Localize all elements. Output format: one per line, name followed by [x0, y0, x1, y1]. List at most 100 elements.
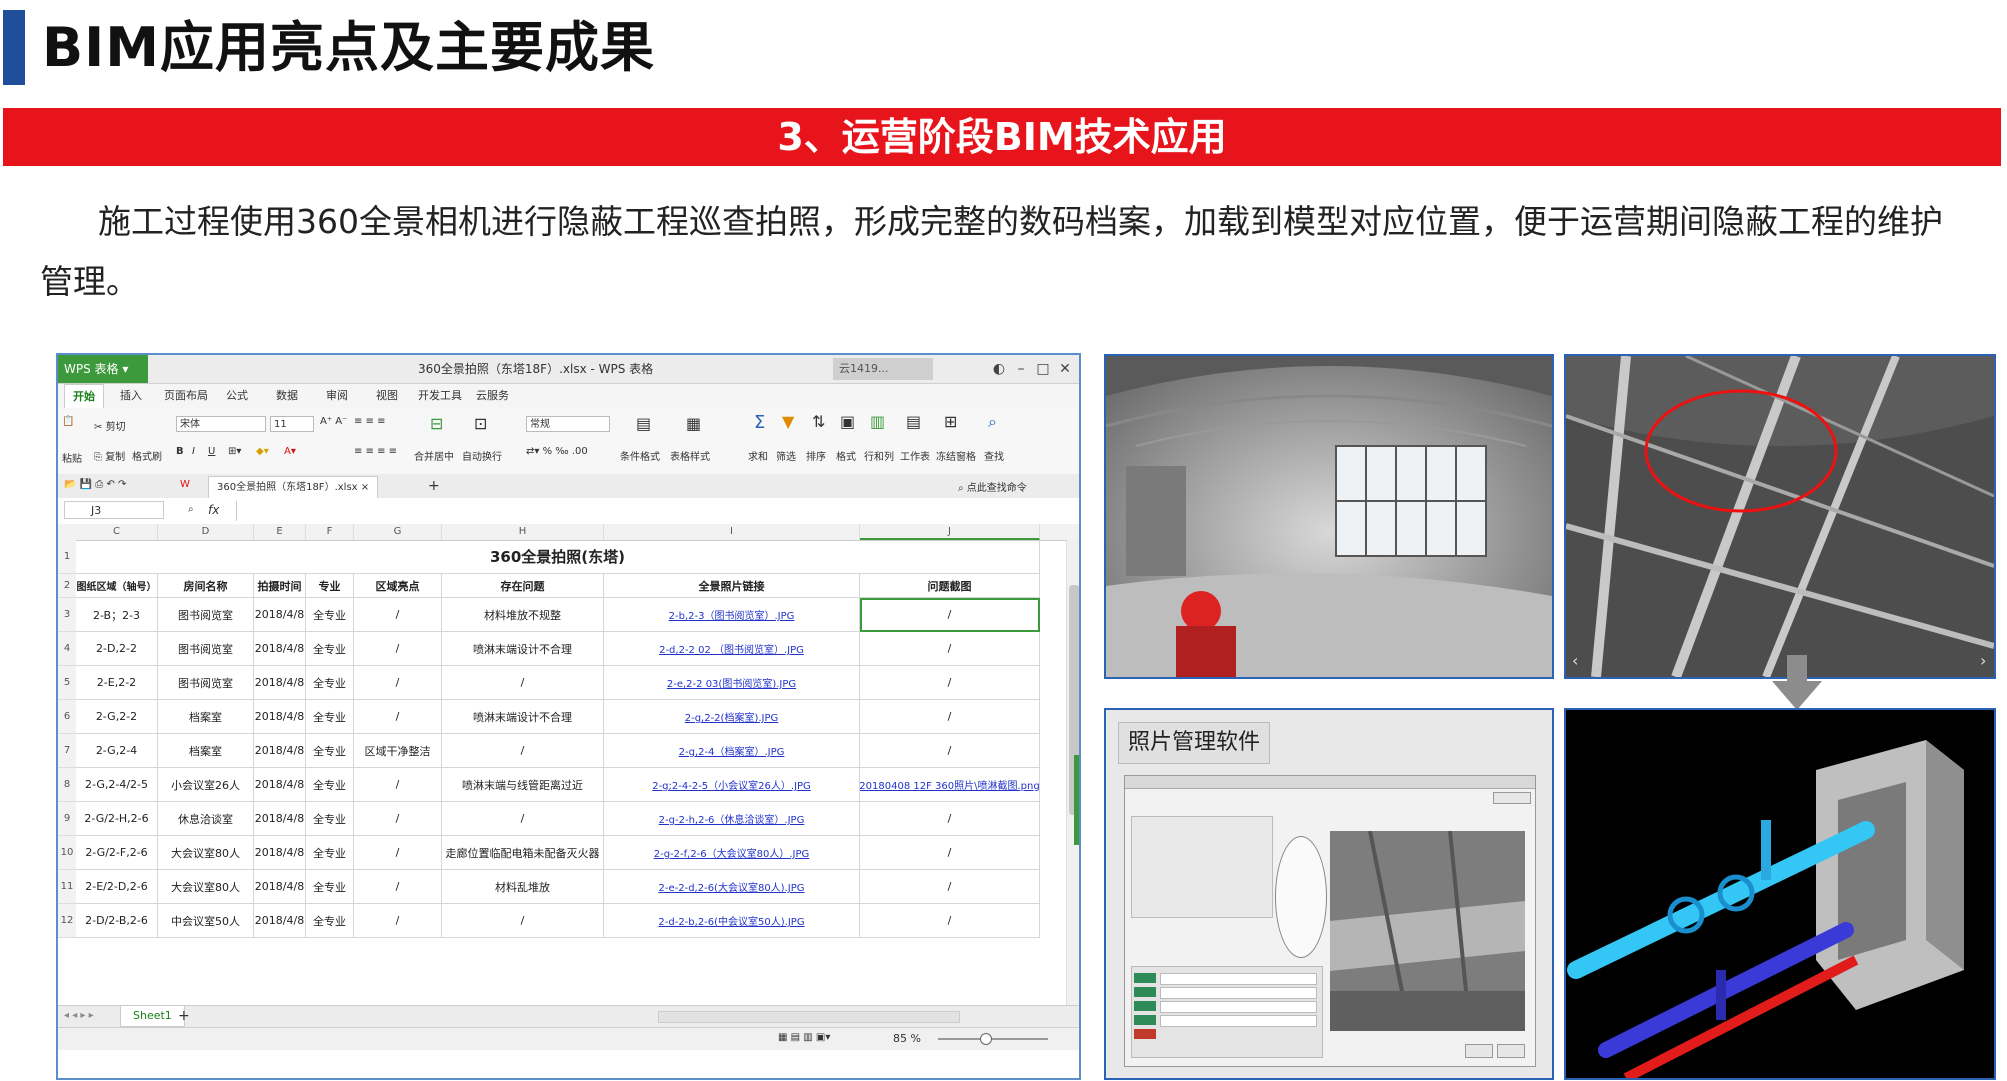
grow-font-icon[interactable]: A⁺ A⁻ — [320, 416, 347, 427]
worksheet-button[interactable]: 工作表 — [900, 448, 930, 463]
cell-time[interactable]: 2018/4/8 — [254, 904, 306, 938]
cell-area[interactable]: 2-G,2-4/2-5 — [76, 768, 158, 802]
software-close-button[interactable] — [1493, 792, 1531, 804]
skin-icon[interactable]: ◐ — [988, 357, 1010, 381]
fill-color-icon[interactable]: ◆▾ — [256, 446, 269, 457]
row-header[interactable]: 5 — [58, 666, 76, 700]
cell-issue[interactable]: 喷淋末端设计不合理 — [442, 700, 604, 734]
cell-area[interactable]: 2-G,2-4 — [76, 734, 158, 768]
header-cell-issue[interactable]: 存在问题 — [442, 574, 604, 598]
cell-area[interactable]: 2-E,2-2 — [76, 666, 158, 700]
cell-issue[interactable]: / — [442, 666, 604, 700]
table-style-icon[interactable]: ▦ — [686, 414, 701, 433]
col-header-d[interactable]: D — [158, 524, 254, 540]
cell-screenshot[interactable]: / — [860, 598, 1040, 632]
copy-button[interactable]: ⎘ 复制 — [94, 448, 125, 463]
row-header[interactable]: 11 — [58, 870, 76, 904]
find-button[interactable]: 查找 — [984, 448, 1004, 463]
row-col-icon[interactable]: ▥ — [870, 412, 885, 431]
sum-button[interactable]: 求和 — [748, 448, 768, 463]
cell-issue[interactable]: 喷淋末端与线管距离过近 — [442, 768, 604, 802]
cell-room[interactable]: 档案室 — [158, 700, 254, 734]
maximize-icon[interactable]: □ — [1032, 357, 1054, 381]
cell-discipline[interactable]: 全专业 — [306, 700, 354, 734]
freeze-icon[interactable]: ⊞ — [944, 412, 957, 431]
fx-icon[interactable]: fx — [208, 503, 219, 517]
direction-dial[interactable] — [1275, 836, 1327, 958]
cell-area[interactable]: 2-G,2-2 — [76, 700, 158, 734]
find-icon[interactable]: ⌕ — [988, 412, 997, 432]
cell-photo-link[interactable]: 2-d-2-b,2-6(中会议室50人).JPG — [604, 904, 860, 938]
cell-photo-link[interactable]: 2-g-2-h,2-6（休息洽谈室）.JPG — [604, 802, 860, 836]
tab-start[interactable]: 开始 — [64, 384, 104, 409]
row-header[interactable]: 10 — [58, 836, 76, 870]
cell-discipline[interactable]: 全专业 — [306, 734, 354, 768]
col-header-h[interactable]: H — [442, 524, 604, 540]
freeze-panes-button[interactable]: 冻结窗格 — [936, 448, 976, 463]
cell-area[interactable]: 2-B；2-3 — [76, 598, 158, 632]
cell-issue[interactable]: / — [442, 734, 604, 768]
document-tab[interactable]: 360全景拍照（东塔18F）.xlsx × — [208, 476, 379, 499]
cell-screenshot[interactable]: / — [860, 904, 1040, 938]
cell-room[interactable]: 档案室 — [158, 734, 254, 768]
side-panel-toggle[interactable] — [1074, 755, 1079, 845]
cell-photo-link[interactable]: 2-g-2-f,2-6（大会议室80人）.JPG — [604, 836, 860, 870]
cell-screenshot[interactable]: / — [860, 700, 1040, 734]
tab-formula[interactable]: 公式 — [226, 384, 248, 408]
formula-input[interactable] — [236, 501, 1057, 521]
tab-page-layout[interactable]: 页面布局 — [164, 384, 208, 408]
wrap-text-button[interactable]: 自动换行 — [462, 448, 502, 463]
view-mode-icons[interactable]: ▦ ▤ ▥ ▣▾ — [778, 1032, 830, 1043]
cell-discipline[interactable]: 全专业 — [306, 632, 354, 666]
header-cell-time[interactable]: 拍摄时间 — [254, 574, 306, 598]
add-sheet-icon[interactable]: + — [178, 1008, 190, 1024]
cell-highlight[interactable]: / — [354, 904, 442, 938]
cell-screenshot[interactable]: / — [860, 870, 1040, 904]
col-header-i[interactable]: I — [604, 524, 860, 540]
tab-data[interactable]: 数据 — [276, 384, 298, 408]
filter-button[interactable]: 筛选 — [776, 448, 796, 463]
cancel-button[interactable] — [1497, 1044, 1525, 1058]
format-icon[interactable]: ▣ — [840, 412, 855, 431]
cell-room[interactable]: 休息洽谈室 — [158, 802, 254, 836]
paste-button[interactable]: 粘贴 — [62, 450, 82, 465]
merge-center-button[interactable]: 合并居中 — [414, 448, 454, 463]
format-button[interactable]: 格式 — [836, 448, 856, 463]
cell-discipline[interactable]: 全专业 — [306, 768, 354, 802]
cell-screenshot[interactable]: / — [860, 632, 1040, 666]
cell-screenshot[interactable]: / — [860, 734, 1040, 768]
cell-photo-link[interactable]: 2-e-2-d,2-6(大会议室80人).JPG — [604, 870, 860, 904]
col-header-j[interactable]: J — [860, 524, 1040, 540]
col-header-g[interactable]: G — [354, 524, 442, 540]
row-header[interactable]: 4 — [58, 632, 76, 666]
row-header[interactable]: 6 — [58, 700, 76, 734]
cell-highlight[interactable]: / — [354, 632, 442, 666]
minimize-icon[interactable]: – — [1010, 357, 1032, 381]
cell-highlight[interactable]: / — [354, 870, 442, 904]
align-left-icon[interactable]: ≡ ≡ ≡ ≡ — [354, 446, 397, 457]
header-cell-photo-link[interactable]: 全景照片链接 — [604, 574, 860, 598]
tab-view[interactable]: 视图 — [376, 384, 398, 408]
cell-photo-link[interactable]: 2-d,2-2 02 （图书阅览室）.JPG — [604, 632, 860, 666]
new-tab-icon[interactable]: + — [428, 478, 440, 494]
issue-input[interactable] — [1160, 1001, 1317, 1013]
row-col-button[interactable]: 行和列 — [864, 448, 894, 463]
cell-time[interactable]: 2018/4/8 — [254, 598, 306, 632]
name-box[interactable]: J3 — [64, 501, 164, 519]
cell-issue[interactable]: 材料堆放不规整 — [442, 598, 604, 632]
close-icon[interactable]: ✕ — [1054, 357, 1076, 381]
format-painter-button[interactable]: 格式刷 — [132, 448, 162, 463]
bold-button[interactable]: B — [176, 446, 184, 457]
cut-button[interactable]: ✂ 剪切 — [94, 418, 126, 433]
cell-highlight[interactable]: / — [354, 598, 442, 632]
cell-issue[interactable]: 材料乱堆放 — [442, 870, 604, 904]
paste-icon[interactable]: 📋 — [62, 416, 74, 427]
cond-format-button[interactable]: 条件格式 — [620, 448, 660, 463]
cell-discipline[interactable]: 全专业 — [306, 598, 354, 632]
cell-screenshot[interactable]: 20180408 12F 360照片\喷淋截图.png — [860, 768, 1040, 802]
filter-icon[interactable]: ▼ — [782, 412, 794, 431]
wps-app-menu-button[interactable]: WPS 表格 ▾ — [58, 355, 148, 383]
cell-screenshot[interactable]: / — [860, 666, 1040, 700]
cell-photo-link[interactable]: 2-b,2-3（图书阅览室）.JPG — [604, 598, 860, 632]
cell-discipline[interactable]: 全专业 — [306, 802, 354, 836]
